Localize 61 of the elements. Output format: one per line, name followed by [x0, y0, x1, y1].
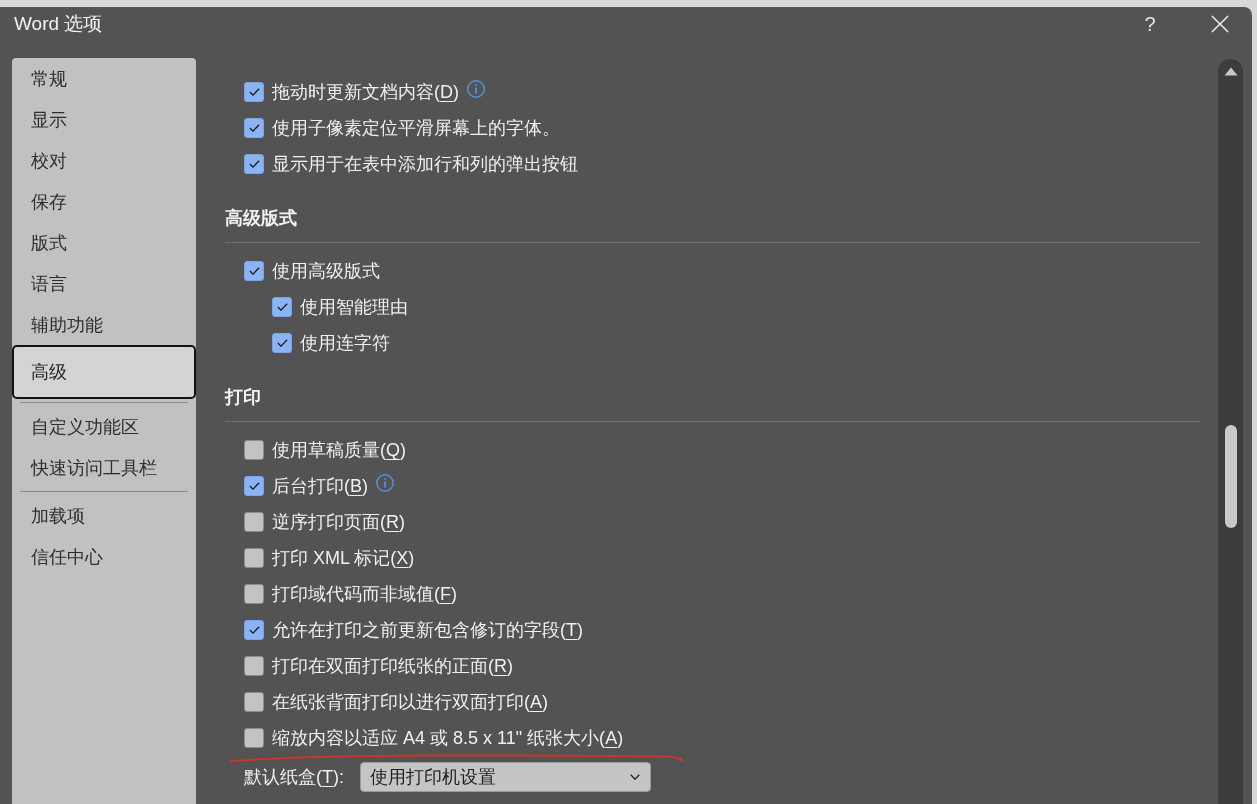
scrollbar-thumb[interactable] [1224, 425, 1237, 528]
sidebar-item[interactable]: 语言 [12, 263, 196, 304]
sidebar-item[interactable]: 校对 [12, 140, 196, 181]
scrollbar[interactable] [1218, 59, 1243, 804]
sidebar-item[interactable]: 保存 [12, 181, 196, 222]
checkbox[interactable] [244, 584, 264, 604]
checkbox[interactable] [244, 692, 264, 712]
option-label: 使用子像素定位平滑屏幕上的字体。 [272, 117, 560, 140]
sidebar-item[interactable]: 常规 [12, 58, 196, 99]
option-label: 允许在打印之前更新包含修订的字段(T) [272, 619, 583, 642]
checkmark-icon [276, 303, 288, 311]
paper-tray-select[interactable]: 使用打印机设置 [360, 762, 651, 792]
checkbox[interactable] [244, 512, 264, 532]
option-label: 使用高级版式 [272, 260, 380, 283]
sidebar-item[interactable]: 高级 [12, 345, 196, 399]
checkmark-icon [248, 626, 260, 634]
checkbox[interactable] [244, 548, 264, 568]
option-label: 使用连字符 [300, 332, 390, 355]
close-icon [1211, 15, 1229, 33]
option-label: 使用草稿质量(Q) [272, 439, 406, 462]
sidebar-item[interactable]: 显示 [12, 99, 196, 140]
option-label: 拖动时更新文档内容(D) [272, 81, 459, 104]
checkmark-icon [276, 339, 288, 347]
checkbox[interactable] [272, 297, 292, 317]
sidebar-item[interactable]: 信任中心 [12, 536, 196, 577]
checkmark-icon [248, 124, 260, 132]
sidebar-item[interactable]: 自定义功能区 [12, 406, 196, 447]
option-label: 显示用于在表中添加行和列的弹出按钮 [272, 153, 578, 176]
checkmark-icon [248, 482, 260, 490]
sidebar-item[interactable]: 版式 [12, 222, 196, 263]
checkbox[interactable] [244, 656, 264, 676]
option-label: 在纸张背面打印以进行双面打印(A) [272, 691, 548, 714]
option-label: 打印 XML 标记(X) [272, 547, 415, 570]
checkbox[interactable] [244, 261, 264, 281]
checkbox[interactable] [244, 118, 264, 138]
option-label: 后台打印(B) [272, 475, 368, 498]
checkbox[interactable] [244, 620, 264, 640]
section-heading: 高级版式 [225, 207, 298, 230]
sidebar-item[interactable]: 快速访问工具栏 [12, 447, 196, 488]
checkbox[interactable] [244, 440, 264, 460]
window-title: Word 选项 [14, 12, 103, 36]
scroll-up-arrow-icon[interactable] [1223, 67, 1238, 76]
section-heading: 打印 [225, 386, 262, 409]
sidebar-item[interactable]: 加载项 [12, 495, 196, 536]
option-label: 打印在双面打印纸张的正面(R) [272, 655, 513, 678]
checkbox[interactable] [244, 476, 264, 496]
chevron-down-icon [630, 774, 640, 780]
checkbox[interactable] [244, 728, 264, 748]
checkbox[interactable] [272, 333, 292, 353]
checkmark-icon [248, 267, 260, 275]
option-label: 缩放内容以适应 A4 或 8.5 x 11" 纸张大小(A) [272, 727, 624, 750]
checkmark-icon [248, 88, 260, 96]
option-label: 使用智能理由 [300, 296, 408, 319]
checkbox[interactable] [244, 154, 264, 174]
field-label: 默认纸盒(T): [244, 766, 344, 789]
checkbox[interactable] [244, 82, 264, 102]
help-button[interactable]: ? [1130, 10, 1170, 38]
checkmark-icon [248, 160, 260, 168]
option-label: 打印域代码而非域值(F) [272, 583, 457, 606]
sidebar-item[interactable]: 辅助功能 [12, 304, 196, 345]
option-label: 逆序打印页面(R) [272, 511, 405, 534]
